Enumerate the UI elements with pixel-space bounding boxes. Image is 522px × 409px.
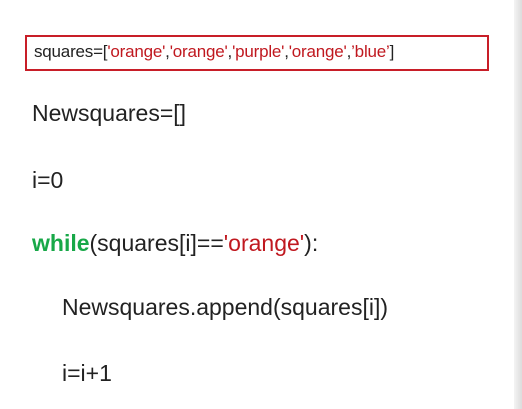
string-literal: ’blue’ [351, 42, 390, 61]
string-literal: 'orange' [169, 42, 228, 61]
string-literal: 'orange' [288, 42, 347, 61]
code-line-increment: i=i+1 [62, 360, 112, 386]
slide-edge-shadow [514, 0, 522, 409]
keyword-while: while [32, 230, 90, 256]
string-literal: 'orange' [223, 230, 305, 256]
code-slide: squares=['orange','orange','purple','ora… [0, 0, 522, 409]
code-line-newsquares: Newsquares=[] [32, 100, 187, 126]
string-literal: 'orange' [107, 42, 166, 61]
code-line-while: while(squares[i]=='orange'): [32, 230, 318, 257]
code-text: (squares[i]== [89, 230, 224, 256]
code-text: squares=[ [34, 42, 108, 61]
code-line-init-i: i=0 [32, 167, 64, 193]
code-text: ] [389, 42, 395, 61]
code-text: ): [304, 230, 319, 256]
string-literal: 'purple' [232, 42, 285, 61]
code-line-append: Newsquares.append(squares[i]) [62, 294, 389, 320]
code-line-squares: squares=['orange','orange','purple','ora… [34, 42, 394, 62]
